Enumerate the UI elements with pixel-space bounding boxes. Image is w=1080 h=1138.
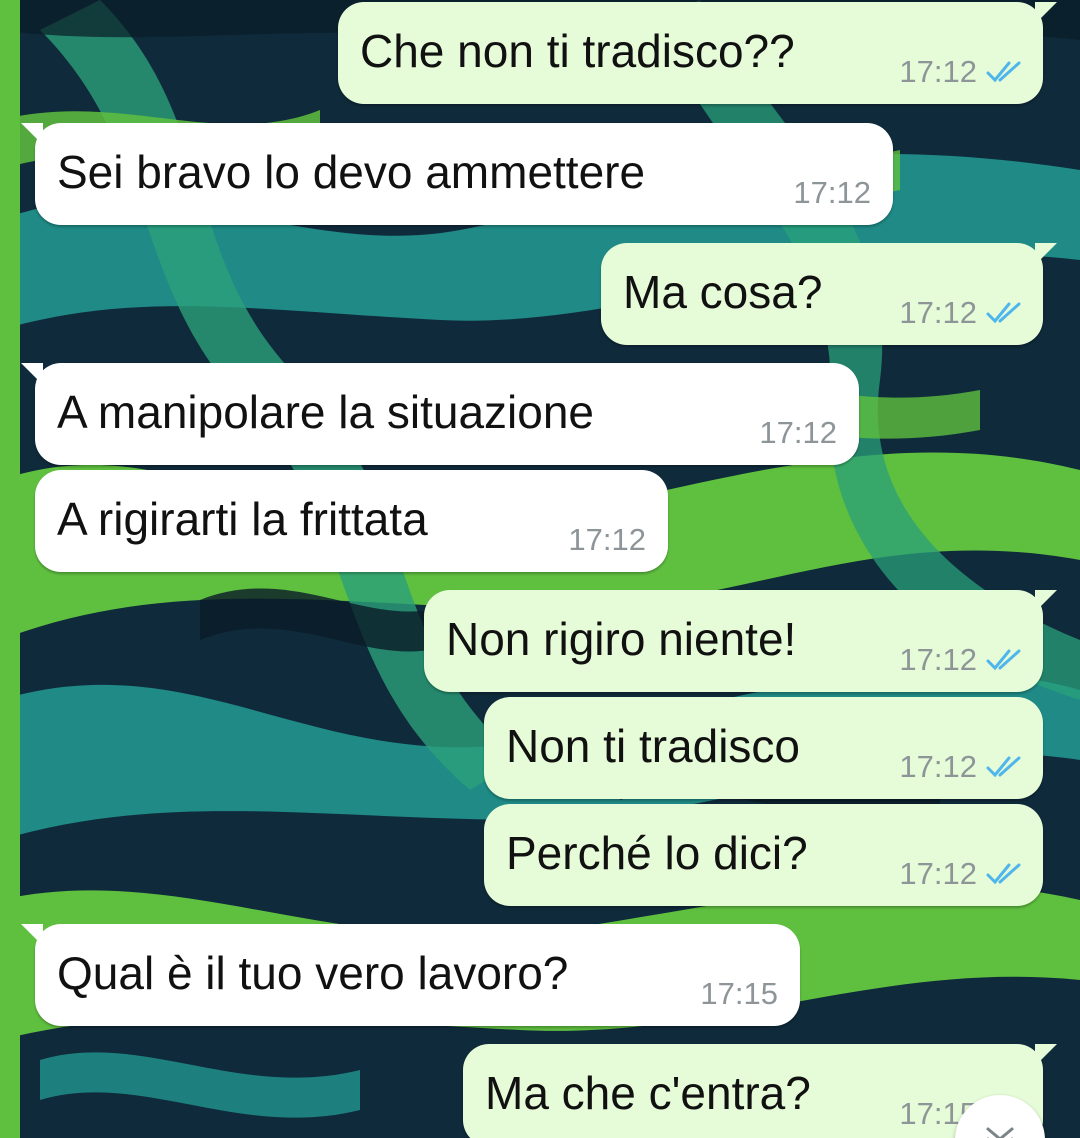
message-text: Ma che c'entra? <box>485 1067 811 1119</box>
message-time: 17:12 <box>899 856 977 891</box>
message-text: Non rigiro niente! <box>446 613 797 665</box>
incoming-message[interactable]: Qual è il tuo vero lavoro? 17:15 <box>21 924 800 1026</box>
bubble-tail <box>1035 2 1057 24</box>
message-time: 17:12 <box>899 295 977 330</box>
message-meta: 17:12 <box>568 522 646 558</box>
double-check-icon <box>986 756 1021 778</box>
chat-screen: Che non ti tradisco?? 17:12 Sei bravo lo d… <box>0 0 1080 1138</box>
bubble-tail <box>21 924 43 946</box>
wallpaper-edge-strip <box>0 0 20 1138</box>
bubble-tail <box>21 363 43 385</box>
message-meta: 17:12 <box>899 642 1023 678</box>
message-time: 17:15 <box>700 976 778 1011</box>
message-text: A manipolare la situazione <box>57 386 594 438</box>
bubble-tail <box>1035 243 1057 265</box>
message-time: 17:12 <box>899 642 977 677</box>
message-meta: 17:12 <box>899 295 1023 331</box>
message-time: 17:12 <box>759 415 837 450</box>
message-meta: 17:12 <box>759 415 837 451</box>
outgoing-message[interactable]: Che non ti tradisco?? 17:12 <box>338 2 1057 104</box>
bubble-tail <box>21 123 43 145</box>
outgoing-message[interactable]: Non rigiro niente! 17:12 <box>424 590 1057 692</box>
bubble-tail <box>1035 1044 1057 1066</box>
message-time: 17:12 <box>793 175 871 210</box>
message-text: Sei bravo lo devo ammettere <box>57 146 646 198</box>
incoming-message[interactable]: A rigirarti la frittata 17:12 <box>35 470 668 572</box>
double-check-icon <box>986 302 1021 324</box>
outgoing-message[interactable]: Perché lo dici? 17:12 <box>484 804 1043 906</box>
message-meta: 17:12 <box>899 54 1023 90</box>
incoming-message[interactable]: A manipolare la situazione 17:12 <box>21 363 859 465</box>
outgoing-message[interactable]: Ma che c'entra? 17:15 <box>463 1044 1057 1138</box>
message-text: Ma cosa? <box>623 266 823 318</box>
message-text: Perché lo dici? <box>506 827 808 879</box>
double-check-icon <box>986 863 1021 885</box>
message-time: 17:12 <box>899 749 977 784</box>
outgoing-message[interactable]: Non ti tradisco 17:12 <box>484 697 1043 799</box>
double-chevron-down-icon <box>986 1127 1014 1138</box>
message-meta: 17:12 <box>899 749 1023 785</box>
message-meta: 17:15 <box>700 976 778 1012</box>
message-text: Che non ti tradisco?? <box>360 25 795 77</box>
message-meta: 17:12 <box>793 175 871 211</box>
message-time: 17:12 <box>568 522 646 557</box>
message-text: Non ti tradisco <box>506 720 801 772</box>
message-text: A rigirarti la frittata <box>57 493 428 545</box>
double-check-icon <box>986 61 1021 83</box>
message-time: 17:12 <box>899 54 977 89</box>
message-meta: 17:12 <box>899 856 1023 892</box>
bubble-tail <box>1035 590 1057 612</box>
outgoing-message[interactable]: Ma cosa? 17:12 <box>601 243 1057 345</box>
double-check-icon <box>986 649 1021 671</box>
incoming-message[interactable]: Sei bravo lo devo ammettere 17:12 <box>21 123 893 225</box>
message-text: Qual è il tuo vero lavoro? <box>57 947 569 999</box>
